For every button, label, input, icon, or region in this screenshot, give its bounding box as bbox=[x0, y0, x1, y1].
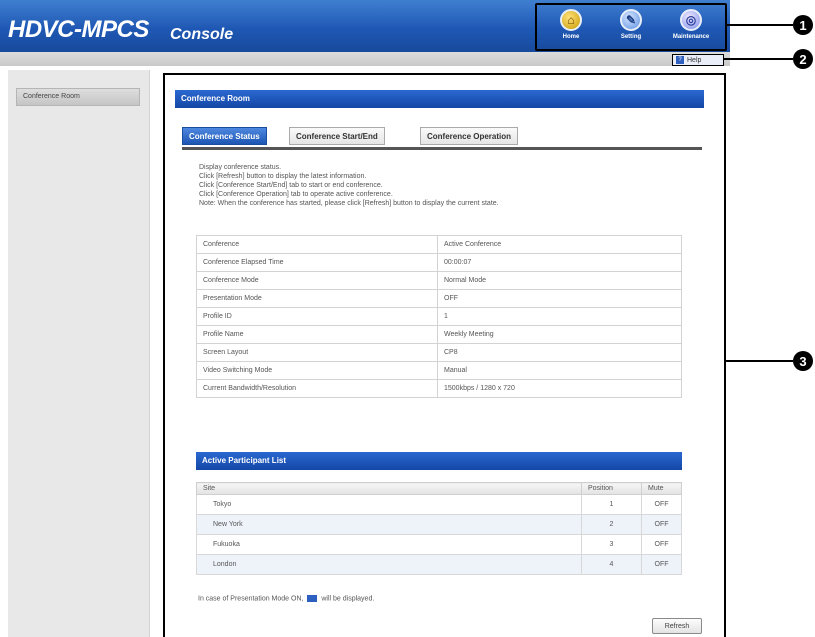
status-key: Profile Name bbox=[196, 325, 438, 344]
participant-site: Fukuoka bbox=[196, 534, 582, 555]
tab-conference-status[interactable]: Conference Status bbox=[182, 127, 267, 145]
description-line: Click [Conference Operation] tab to oper… bbox=[199, 191, 393, 198]
status-value: 1500kbps / 1280 x 720 bbox=[437, 379, 682, 398]
brand-logo: HDVC-MPCS bbox=[8, 16, 149, 43]
app-header: HDVC-MPCS Console ⌂ Home ✎ Setting ◎ Mai… bbox=[0, 0, 730, 52]
maintenance-icon: ◎ bbox=[680, 9, 702, 31]
participant-position: 4 bbox=[581, 554, 642, 575]
callout-line-3 bbox=[726, 360, 793, 362]
description-line: Click [Refresh] button to display the la… bbox=[199, 173, 367, 180]
nav-setting-button[interactable]: ✎ Setting bbox=[601, 7, 661, 49]
status-key: Video Switching Mode bbox=[196, 361, 438, 380]
participant-mute: OFF bbox=[641, 494, 682, 515]
description-line: Click [Conference Start/End] tab to star… bbox=[199, 182, 383, 189]
sidebar-item-conference-room[interactable]: Conference Room bbox=[16, 88, 140, 106]
table-row: Current Bandwidth/Resolution 1500kbps / 1… bbox=[196, 379, 682, 398]
status-key: Current Bandwidth/Resolution bbox=[196, 379, 438, 398]
tab-conference-start-end[interactable]: Conference Start/End bbox=[289, 127, 385, 145]
status-key: Conference Mode bbox=[196, 271, 438, 290]
table-row: Tokyo 1 OFF bbox=[196, 494, 682, 515]
participant-mute: OFF bbox=[641, 534, 682, 555]
help-icon: ? bbox=[676, 56, 684, 64]
column-header-site: Site bbox=[196, 482, 582, 495]
participant-list-title: Active Participant List bbox=[196, 452, 682, 470]
note-suffix: will be displayed. bbox=[321, 595, 375, 603]
nav-home-label: Home bbox=[562, 34, 580, 40]
status-value: Manual bbox=[437, 361, 682, 380]
presentation-note: In case of Presentation Mode ON, will be… bbox=[198, 595, 374, 602]
table-row: Presentation Mode OFF bbox=[196, 289, 682, 308]
page-title: Conference Room bbox=[175, 90, 704, 108]
header-subbar bbox=[0, 52, 730, 66]
callout-2: 2 bbox=[793, 49, 813, 69]
table-row: Video Switching Mode Manual bbox=[196, 361, 682, 380]
status-value: CP8 bbox=[437, 343, 682, 362]
help-label: Help bbox=[687, 56, 702, 64]
description-line: Note: When the conference has started, p… bbox=[199, 200, 499, 207]
participant-site: New York bbox=[196, 514, 582, 535]
callout-line-2 bbox=[724, 58, 793, 60]
nav-home-button[interactable]: ⌂ Home bbox=[541, 7, 601, 49]
participant-table: Site Position Mute Tokyo 1 OFF New York … bbox=[196, 482, 682, 575]
participant-site: Tokyo bbox=[196, 494, 582, 515]
status-value: 00:00:07 bbox=[437, 253, 682, 272]
table-row: London 4 OFF bbox=[196, 554, 682, 575]
callout-1: 1 bbox=[793, 15, 813, 35]
nav-maintenance-button[interactable]: ◎ Maintenance bbox=[661, 7, 721, 49]
table-header-row: Site Position Mute bbox=[196, 482, 682, 495]
tab-underline bbox=[182, 147, 702, 150]
participant-mute: OFF bbox=[641, 514, 682, 535]
status-value: 1 bbox=[437, 307, 682, 326]
participant-position: 3 bbox=[581, 534, 642, 555]
table-row: Conference Mode Normal Mode bbox=[196, 271, 682, 290]
wrench-icon: ✎ bbox=[620, 9, 642, 31]
status-key: Profile ID bbox=[196, 307, 438, 326]
status-value: Normal Mode bbox=[437, 271, 682, 290]
participant-position: 1 bbox=[581, 494, 642, 515]
top-nav: ⌂ Home ✎ Setting ◎ Maintenance bbox=[535, 3, 727, 51]
description-text: Display conference status. Click [Refres… bbox=[199, 163, 499, 208]
table-row: Screen Layout CP8 bbox=[196, 343, 682, 362]
refresh-button[interactable]: Refresh bbox=[652, 618, 702, 634]
conference-status-table: Conference Active Conference Conference E… bbox=[196, 235, 682, 398]
status-key: Conference Elapsed Time bbox=[196, 253, 438, 272]
console-title: Console bbox=[170, 26, 234, 43]
status-value: Active Conference bbox=[437, 235, 682, 254]
presentation-icon bbox=[307, 595, 318, 602]
status-key: Screen Layout bbox=[196, 343, 438, 362]
home-icon: ⌂ bbox=[560, 9, 582, 31]
column-header-mute: Mute bbox=[641, 482, 682, 495]
status-key: Conference bbox=[196, 235, 438, 254]
callout-line-1 bbox=[727, 24, 793, 26]
tab-conference-operation[interactable]: Conference Operation bbox=[420, 127, 519, 145]
table-row: Conference Elapsed Time 00:00:07 bbox=[196, 253, 682, 272]
description-line: Display conference status. bbox=[199, 164, 282, 171]
sidebar: Conference Room bbox=[8, 70, 150, 637]
help-button[interactable]: ? Help bbox=[672, 54, 724, 66]
status-value: Weekly Meeting bbox=[437, 325, 682, 344]
column-header-position: Position bbox=[581, 482, 642, 495]
status-key: Presentation Mode bbox=[196, 289, 438, 308]
participant-position: 2 bbox=[581, 514, 642, 535]
table-row: Profile Name Weekly Meeting bbox=[196, 325, 682, 344]
participant-mute: OFF bbox=[641, 554, 682, 575]
table-row: Conference Active Conference bbox=[196, 235, 682, 254]
main-panel: Conference Room Conference Status Confer… bbox=[163, 73, 726, 637]
table-row: Fukuoka 3 OFF bbox=[196, 534, 682, 555]
participant-site: London bbox=[196, 554, 582, 575]
status-value: OFF bbox=[437, 289, 682, 308]
table-row: New York 2 OFF bbox=[196, 514, 682, 535]
callout-3: 3 bbox=[793, 351, 813, 371]
nav-maintenance-label: Maintenance bbox=[672, 34, 710, 40]
nav-setting-label: Setting bbox=[620, 34, 642, 40]
note-prefix: In case of Presentation Mode ON, bbox=[198, 595, 304, 603]
table-row: Profile ID 1 bbox=[196, 307, 682, 326]
